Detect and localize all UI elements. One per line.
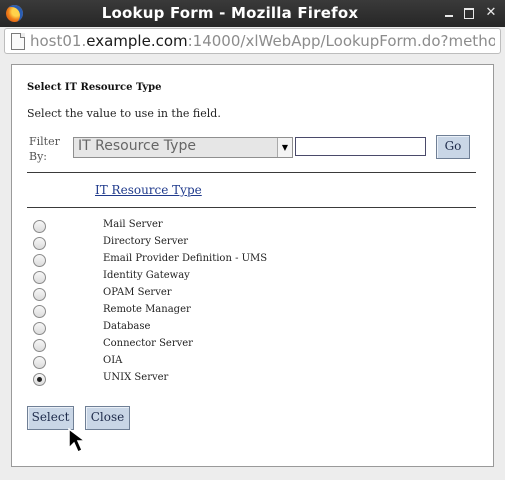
filter-by-label: Filter By: [29,135,60,163]
url-prefix: host01. [30,32,87,50]
list-item[interactable]: OIA [12,355,493,372]
item-radio[interactable] [33,356,46,369]
item-label: UNIX Server [103,372,169,383]
item-label: Identity Gateway [103,270,190,281]
item-radio[interactable] [33,271,46,284]
item-radio[interactable] [33,220,46,233]
divider [27,207,476,208]
page-icon [11,33,25,50]
item-radio[interactable] [33,305,46,318]
item-radio[interactable] [33,237,46,250]
divider [27,172,476,173]
item-label: Directory Server [103,236,189,247]
url-rest: :14000/xlWebApp/LookupForm.do?method=Loo… [187,32,495,50]
url-text[interactable]: host01.example.com:14000/xlWebApp/Lookup… [30,32,495,50]
list-item[interactable]: Mail Server [12,219,493,236]
minimize-icon[interactable] [441,5,457,21]
item-radio[interactable] [33,254,46,267]
window-titlebar: Lookup Form - Mozilla Firefox ✕ [0,0,505,27]
select-button[interactable]: Select [27,406,74,430]
maximize-icon[interactable] [461,5,477,21]
filter-text-input[interactable] [295,137,426,156]
item-label: Connector Server [103,338,193,349]
mouse-cursor-icon [68,428,88,454]
list-item[interactable]: Remote Manager [12,304,493,321]
item-label: OIA [103,355,123,366]
list-item[interactable]: Database [12,321,493,338]
form-instruction: Select the value to use in the field. [27,107,221,120]
item-label: Email Provider Definition - UMS [103,253,268,264]
dropdown-arrow-icon[interactable]: ▼ [277,138,292,157]
window-title: Lookup Form - Mozilla Firefox [101,4,359,22]
item-radio[interactable] [33,373,46,386]
list-item[interactable]: Email Provider Definition - UMS [12,253,493,270]
close-button[interactable]: Close [85,406,130,430]
item-label: Remote Manager [103,304,191,315]
item-radio[interactable] [33,288,46,301]
item-radio[interactable] [33,322,46,335]
item-label: OPAM Server [103,287,172,298]
lookup-form-panel: Select IT Resource Type Select the value… [11,64,494,467]
list-item[interactable]: UNIX Server [12,372,493,389]
item-radio[interactable] [33,339,46,352]
list-item[interactable]: Connector Server [12,338,493,355]
list-item[interactable]: Directory Server [12,236,493,253]
address-bar[interactable]: host01.example.com:14000/xlWebApp/Lookup… [4,28,501,54]
form-heading: Select IT Resource Type [27,82,162,93]
column-header-it-resource-type[interactable]: IT Resource Type [95,183,202,197]
item-label: Mail Server [103,219,163,230]
close-icon[interactable]: ✕ [483,5,499,21]
list-item[interactable]: Identity Gateway [12,270,493,287]
filter-select-value: IT Resource Type [78,138,196,154]
item-label: Database [103,321,151,332]
url-host: example.com [86,32,188,50]
go-button[interactable]: Go [436,135,470,159]
list-item[interactable]: OPAM Server [12,287,493,304]
filter-by-select[interactable]: IT Resource Type ▼ [73,137,293,158]
